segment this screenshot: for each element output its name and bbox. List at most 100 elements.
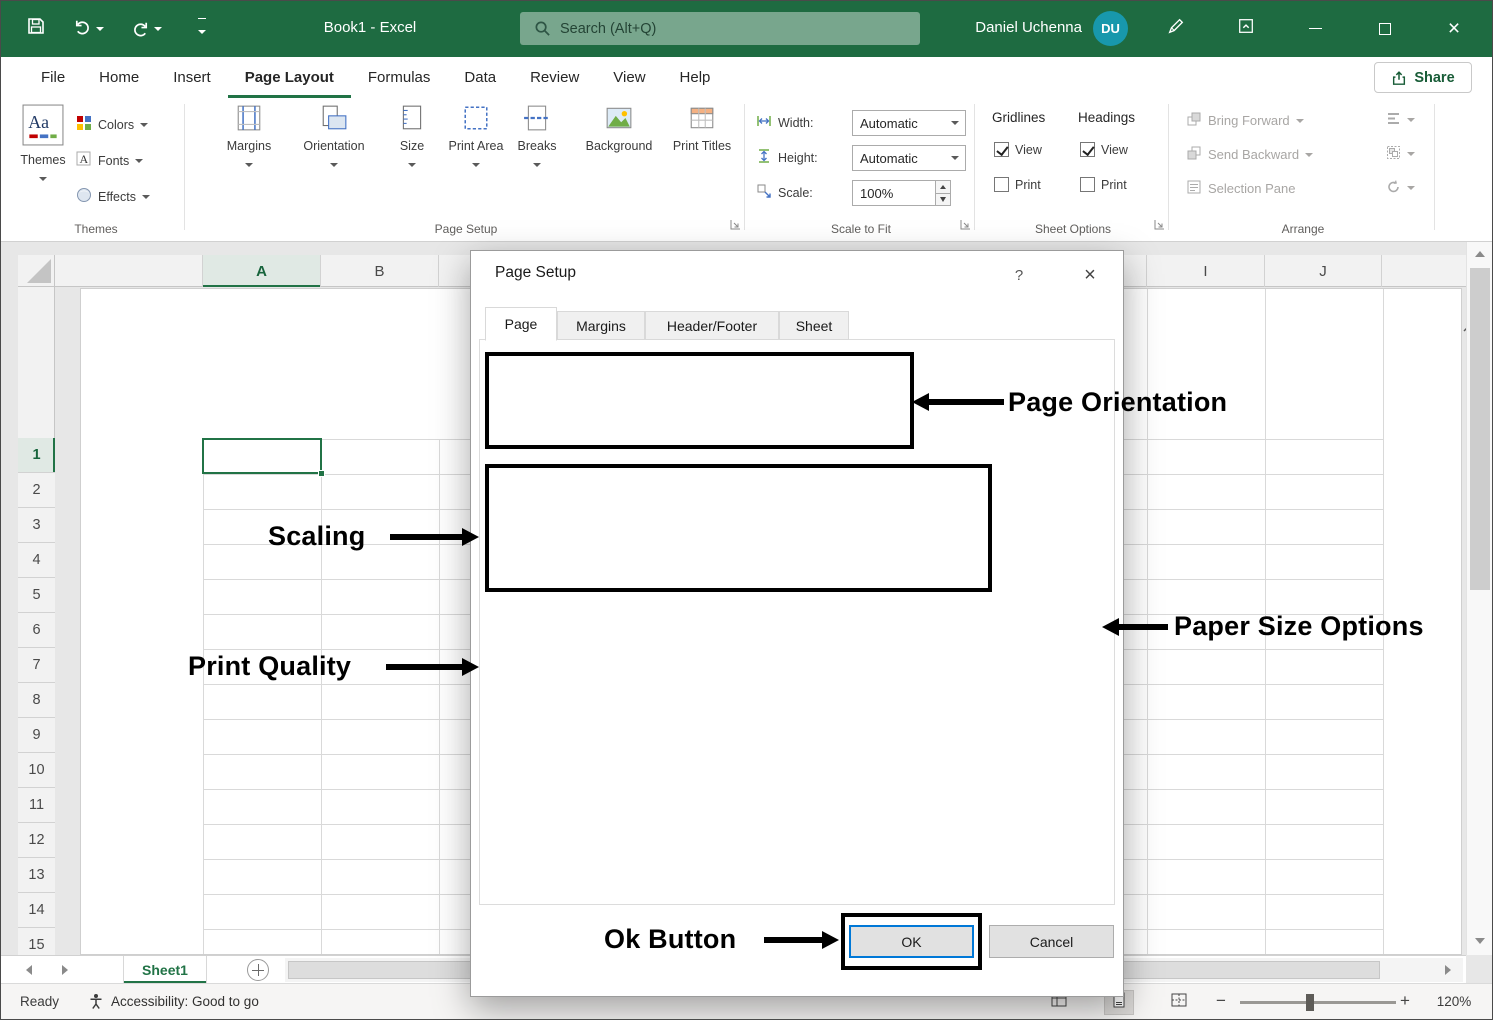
row-header-7[interactable]: 7 (18, 648, 55, 683)
undo-button[interactable] (66, 0, 110, 57)
gridlines-view-checkbox[interactable]: View (994, 142, 1042, 157)
gridlines-print-checkbox[interactable]: Print (994, 177, 1041, 192)
tab-help[interactable]: Help (663, 57, 728, 98)
row-header-5[interactable]: 5 (18, 578, 55, 613)
tab-data[interactable]: Data (447, 57, 513, 98)
dialog-tab-page[interactable]: Page (485, 307, 557, 341)
scale-value: 100% (860, 186, 893, 201)
row-header-13[interactable]: 13 (18, 858, 55, 893)
select-all-corner[interactable] (18, 255, 55, 287)
column-header-i[interactable]: I (1146, 255, 1264, 287)
group-objects-button[interactable] (1386, 145, 1415, 163)
scale-to-fit-dialog-launcher[interactable] (960, 217, 971, 235)
row-header-14[interactable]: 14 (18, 893, 55, 928)
tab-formulas[interactable]: Formulas (351, 57, 448, 98)
row-header-10[interactable]: 10 (18, 753, 55, 788)
background-button[interactable]: Background (573, 104, 665, 154)
dialog-tab-header-footer[interactable]: Header/Footer (645, 311, 779, 340)
tab-review[interactable]: Review (513, 57, 596, 98)
page-break-preview-button[interactable] (1164, 990, 1194, 1015)
print-area-button[interactable]: Print Area (447, 104, 505, 170)
scroll-right-button[interactable] (1435, 958, 1461, 982)
column-header-a[interactable]: A (202, 255, 320, 287)
maximize-button[interactable] (1362, 0, 1408, 57)
zoom-in-button[interactable]: + (1400, 991, 1410, 1011)
zoom-slider-thumb[interactable] (1306, 994, 1314, 1011)
pen-button[interactable] (1156, 0, 1196, 57)
rotate-button[interactable] (1386, 179, 1415, 197)
dialog-tab-sheet[interactable]: Sheet (779, 311, 849, 340)
sheet-options-dialog-launcher[interactable] (1154, 217, 1165, 235)
row-header-11[interactable]: 11 (18, 788, 55, 823)
zoom-slider-track[interactable] (1240, 1001, 1396, 1004)
scale-spin-buttons[interactable] (936, 180, 951, 206)
dialog-close-button[interactable]: × (1073, 261, 1107, 289)
dialog-help-button[interactable]: ? (1004, 261, 1034, 289)
row-label: 13 (28, 867, 44, 883)
margins-button[interactable]: Margins (218, 104, 280, 170)
tab-insert[interactable]: Insert (156, 57, 228, 98)
align-button[interactable] (1386, 111, 1415, 129)
height-dropdown[interactable]: Automatic (852, 145, 966, 171)
colors-button[interactable]: Colors (76, 115, 148, 134)
scroll-up-button[interactable] (1467, 242, 1493, 266)
tab-view[interactable]: View (596, 57, 662, 98)
status-accessibility[interactable]: Accessibility: Good to go (111, 994, 259, 1009)
row-header-1[interactable]: 1 (18, 438, 55, 473)
fonts-button[interactable]: A Fonts (76, 151, 143, 170)
vertical-scrollbar[interactable] (1466, 242, 1493, 955)
search-input[interactable]: Search (Alt+Q) (520, 12, 920, 45)
ok-button[interactable]: OK (849, 925, 974, 958)
width-dropdown[interactable]: Automatic (852, 110, 966, 136)
dialog-tab-margins[interactable]: Margins (557, 311, 645, 340)
sheet-nav-left-button[interactable] (14, 956, 44, 984)
row-header-2[interactable]: 2 (18, 473, 55, 508)
annotation-arrow-left-icon (1102, 618, 1119, 636)
close-button[interactable]: × (1430, 0, 1478, 57)
row-header-6[interactable]: 6 (18, 613, 55, 648)
themes-button[interactable]: Aa Themes (14, 104, 72, 184)
row-header-12[interactable]: 12 (18, 823, 55, 858)
save-button[interactable] (18, 0, 54, 57)
column-header-b[interactable]: B (320, 255, 438, 287)
cancel-button[interactable]: Cancel (989, 925, 1114, 958)
effects-button[interactable]: Effects (76, 187, 150, 206)
minimize-button[interactable] (1292, 0, 1338, 57)
redo-button[interactable] (124, 0, 168, 57)
vertical-scroll-thumb[interactable] (1470, 268, 1490, 590)
tab-page-layout[interactable]: Page Layout (228, 57, 351, 98)
sheet-nav-right-button[interactable] (50, 956, 80, 984)
headings-view-checkbox[interactable]: View (1080, 142, 1128, 157)
undo-icon (73, 17, 92, 41)
column-header-partial[interactable] (438, 255, 470, 287)
customize-quick-access-toolbar-button[interactable] (184, 0, 220, 57)
row-header-8[interactable]: 8 (18, 683, 55, 718)
tab-home[interactable]: Home (82, 57, 156, 98)
fonts-label: Fonts (98, 154, 129, 168)
print-titles-button[interactable]: Print Titles (671, 104, 733, 154)
share-button[interactable]: Share (1374, 62, 1472, 93)
add-sheet-button[interactable] (247, 959, 269, 981)
zoom-out-button[interactable]: − (1216, 991, 1226, 1011)
page-setup-dialog-launcher[interactable] (730, 217, 741, 235)
zoom-level[interactable]: 120% (1426, 994, 1482, 1009)
ribbon-display-options-button[interactable] (1226, 0, 1266, 57)
orientation-button[interactable]: Orientation (295, 104, 373, 170)
scale-spinner[interactable]: 100% (852, 180, 936, 206)
bring-forward-button[interactable]: Bring Forward (1186, 111, 1304, 130)
row-header-4[interactable]: 4 (18, 543, 55, 578)
row-header-3[interactable]: 3 (18, 508, 55, 543)
column-header-j[interactable]: J (1264, 255, 1382, 287)
avatar[interactable]: DU (1093, 11, 1128, 46)
sheet-tab-sheet1[interactable]: Sheet1 (123, 956, 207, 984)
active-cell-a1[interactable] (202, 438, 322, 474)
fill-handle[interactable] (318, 470, 325, 477)
scroll-down-button[interactable] (1467, 929, 1493, 953)
size-button[interactable]: Size (389, 104, 435, 170)
headings-print-checkbox[interactable]: Print (1080, 177, 1127, 192)
selection-pane-button[interactable]: Selection Pane (1186, 179, 1295, 198)
breaks-button[interactable]: Breaks (509, 104, 565, 170)
tab-file[interactable]: File (24, 57, 82, 98)
row-header-9[interactable]: 9 (18, 718, 55, 753)
send-backward-button[interactable]: Send Backward (1186, 145, 1313, 164)
